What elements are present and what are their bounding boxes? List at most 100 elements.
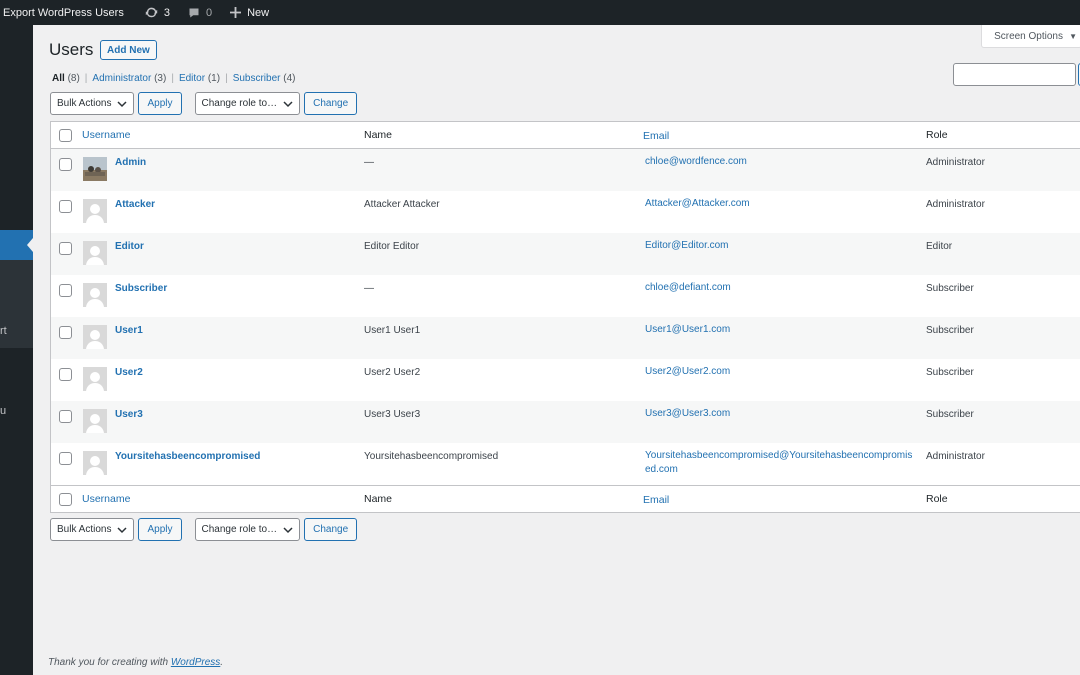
table-row: Yoursitehasbeencompromised Yoursitehasbee… — [51, 443, 1080, 485]
email-link[interactable]: User3@User3.com — [645, 407, 915, 421]
footer-text: Thank you for creating with — [48, 657, 171, 668]
select-all-checkbox[interactable] — [59, 129, 72, 142]
row-checkbox[interactable] — [59, 410, 72, 423]
comments-button[interactable]: 0 — [179, 0, 221, 25]
username-link[interactable]: Yoursitehasbeencompromised — [115, 451, 260, 462]
row-checkbox[interactable] — [59, 452, 72, 465]
change-role-label: Change role to… — [201, 98, 278, 109]
footer-end: . — [220, 657, 224, 668]
username-link[interactable]: User2 — [115, 367, 143, 378]
change-role-button[interactable]: Change — [304, 92, 358, 115]
admin-footer: Thank you for creating with WordPress. — [48, 657, 223, 668]
sidebar-item-users[interactable] — [0, 230, 33, 260]
apply-button[interactable]: Apply — [138, 518, 182, 541]
new-content-button[interactable]: New — [221, 0, 278, 25]
screen-options-button[interactable]: Screen Options ▼ — [981, 25, 1080, 48]
avatar — [83, 367, 107, 391]
username-link[interactable]: Subscriber — [115, 283, 167, 294]
user-role: Subscriber — [926, 409, 974, 420]
username-link[interactable]: Attacker — [115, 199, 155, 210]
table-header: Username Name Email Role — [51, 122, 1080, 149]
username-column-sort[interactable]: Username — [82, 493, 130, 505]
avatar — [83, 325, 107, 349]
username-column-sort[interactable]: Username — [82, 129, 130, 141]
updates-count: 3 — [163, 6, 170, 19]
email-link[interactable]: chloe@defiant.com — [645, 281, 915, 295]
table-row: Subscriber — chloe@defiant.com Subscriber — [51, 275, 1080, 317]
apply-button[interactable]: Apply — [138, 92, 182, 115]
user-role: Administrator — [926, 451, 985, 462]
user-role: Subscriber — [926, 283, 974, 294]
name-column-header: Name — [364, 129, 393, 141]
avatar — [83, 241, 107, 265]
email-link[interactable]: User2@User2.com — [645, 365, 915, 379]
bulk-actions-select[interactable]: Bulk Actions — [50, 518, 135, 541]
admin-sidebar: rt u — [0, 25, 33, 675]
row-checkbox[interactable] — [59, 158, 72, 171]
email-link[interactable]: Yoursitehasbeencompromised@Yoursitehasbe… — [645, 449, 915, 477]
username-link[interactable]: User3 — [115, 409, 143, 420]
sidebar-label-fragment[interactable]: u — [0, 405, 6, 417]
chevron-down-icon — [117, 101, 128, 108]
bulk-actions-select[interactable]: Bulk Actions — [50, 92, 135, 115]
plus-icon — [230, 7, 242, 18]
site-title-link[interactable]: Export WordPress Users — [0, 0, 136, 25]
bulk-actions-label: Bulk Actions — [57, 98, 112, 109]
user-full-name: Attacker Attacker — [364, 199, 440, 210]
change-role-button[interactable]: Change — [304, 518, 358, 541]
comments-count: 0 — [205, 6, 213, 19]
add-new-button[interactable]: Add New — [100, 40, 157, 60]
select-all-checkbox[interactable] — [59, 493, 72, 506]
user-role: Subscriber — [926, 367, 974, 378]
users-table: Username Name Email Role Admin — chloe@wor… — [50, 121, 1080, 513]
filter-all[interactable]: All (8) — [52, 73, 80, 84]
avatar — [83, 283, 107, 307]
comment-icon — [189, 8, 199, 17]
admin-bar: Export WordPress Users 3 0 New — [0, 0, 1080, 25]
new-label: New — [247, 6, 270, 19]
bulk-actions-label: Bulk Actions — [57, 524, 112, 535]
avatar — [83, 409, 107, 433]
filter-separator: | — [225, 73, 228, 84]
row-checkbox[interactable] — [59, 368, 72, 381]
table-row: User3 User3 User3 User3@User3.com Subscribe… — [51, 401, 1080, 443]
user-full-name: Editor Editor — [364, 241, 420, 252]
table-row: Attacker Attacker Attacker Attacker@Attack… — [51, 191, 1080, 233]
name-column-header: Name — [364, 493, 393, 505]
email-link[interactable]: Editor@Editor.com — [645, 239, 915, 253]
email-column-sort[interactable]: Email — [643, 129, 913, 143]
updates-button[interactable]: 3 — [136, 0, 179, 25]
chevron-down-icon — [283, 527, 293, 534]
sidebar-label-fragment[interactable]: rt — [0, 325, 7, 337]
wordpress-link[interactable]: WordPress — [171, 657, 220, 668]
username-link[interactable]: Admin — [115, 157, 146, 168]
row-checkbox[interactable] — [59, 200, 72, 213]
filter-subscriber[interactable]: Subscriber (4) — [233, 73, 296, 84]
table-footer: Username Name Email Role — [51, 485, 1080, 512]
page-title: Users — [49, 40, 94, 59]
row-checkbox[interactable] — [59, 326, 72, 339]
email-link[interactable]: chloe@wordfence.com — [645, 155, 915, 169]
username-link[interactable]: User1 — [115, 325, 143, 336]
filter-separator: | — [171, 73, 174, 84]
email-link[interactable]: Attacker@Attacker.com — [645, 197, 915, 211]
table-row: Admin — chloe@wordfence.com Administrator — [51, 149, 1080, 191]
table-row: Editor Editor Editor Editor@Editor.com Edit… — [51, 233, 1080, 275]
tablenav-bottom: Bulk Actions Apply Change role to… Chang… — [50, 518, 358, 541]
role-filters: All (8) | Administrator (3) | Editor (1)… — [52, 73, 296, 84]
user-role: Editor — [926, 241, 953, 252]
username-link[interactable]: Editor — [115, 241, 144, 252]
change-role-label: Change role to… — [201, 524, 278, 535]
search-users-input[interactable] — [953, 63, 1076, 86]
email-link[interactable]: User1@User1.com — [645, 323, 915, 337]
change-role-select[interactable]: Change role to… — [194, 518, 301, 541]
filter-administrator[interactable]: Administrator (3) — [92, 73, 166, 84]
filter-editor[interactable]: Editor (1) — [179, 73, 220, 84]
user-role: Administrator — [926, 199, 985, 210]
row-checkbox[interactable] — [59, 242, 72, 255]
user-full-name: Yoursitehasbeencompromised — [364, 451, 499, 462]
change-role-select[interactable]: Change role to… — [194, 92, 301, 115]
user-full-name: User3 User3 — [364, 409, 421, 420]
row-checkbox[interactable] — [59, 284, 72, 297]
email-column-sort[interactable]: Email — [643, 493, 913, 507]
